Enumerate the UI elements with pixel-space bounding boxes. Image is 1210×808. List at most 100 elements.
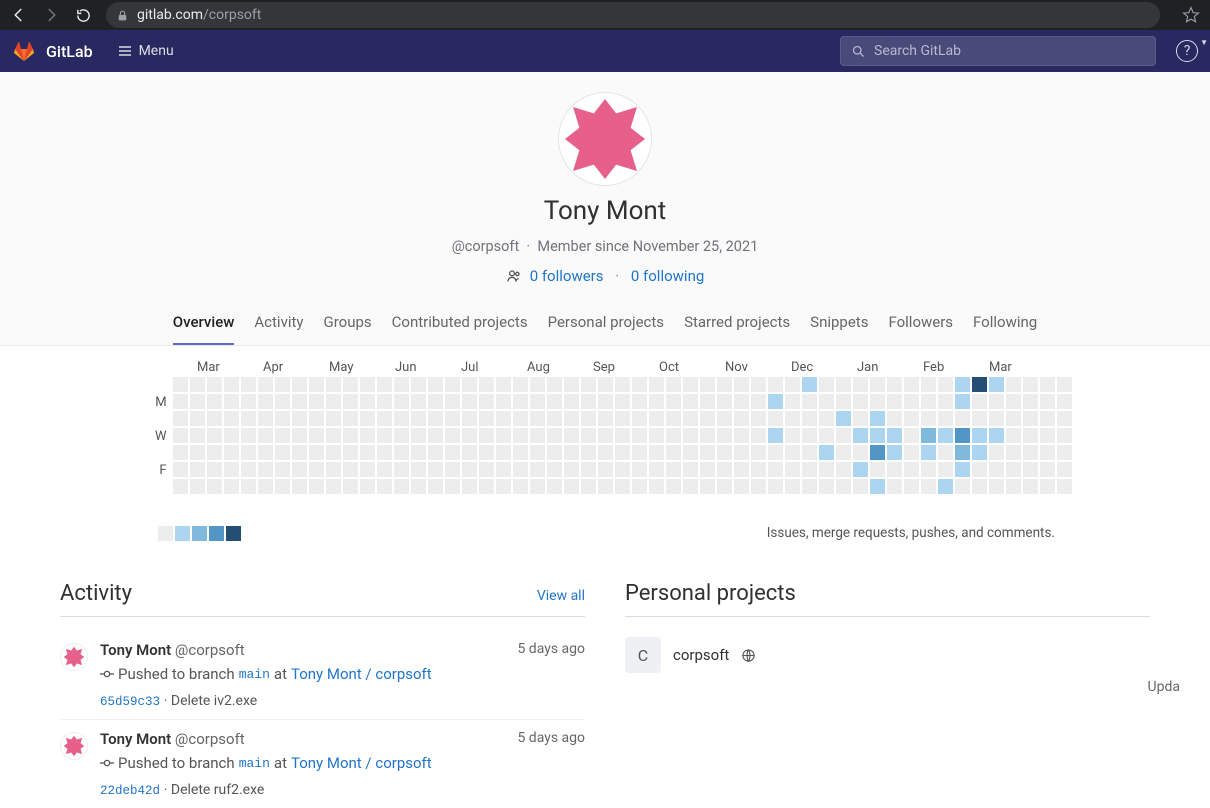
calendar-cell[interactable] xyxy=(326,428,341,443)
calendar-cell[interactable] xyxy=(938,428,953,443)
calendar-cell[interactable] xyxy=(411,394,426,409)
calendar-cell[interactable] xyxy=(649,411,664,426)
calendar-cell[interactable] xyxy=(734,377,749,392)
calendar-cell[interactable] xyxy=(292,445,307,460)
calendar-cell[interactable] xyxy=(836,394,851,409)
calendar-cell[interactable] xyxy=(479,428,494,443)
calendar-cell[interactable] xyxy=(615,394,630,409)
calendar-cell[interactable] xyxy=(853,479,868,494)
calendar-cell[interactable] xyxy=(836,445,851,460)
tab-activity[interactable]: Activity xyxy=(254,299,303,345)
calendar-cell[interactable] xyxy=(581,377,596,392)
calendar-cell[interactable] xyxy=(581,411,596,426)
calendar-cell[interactable] xyxy=(836,377,851,392)
calendar-cell[interactable] xyxy=(394,377,409,392)
calendar-cell[interactable] xyxy=(700,377,715,392)
calendar-cell[interactable] xyxy=(445,394,460,409)
calendar-cell[interactable] xyxy=(1023,411,1038,426)
help-button[interactable]: ? ▼ xyxy=(1176,40,1198,62)
calendar-cell[interactable] xyxy=(1040,394,1055,409)
calendar-cell[interactable] xyxy=(904,428,919,443)
project-link[interactable]: Tony Mont / corpsoft xyxy=(291,754,432,772)
tab-personal-projects[interactable]: Personal projects xyxy=(548,299,664,345)
followers-link[interactable]: 0 followers xyxy=(530,267,604,285)
calendar-cell[interactable] xyxy=(564,411,579,426)
calendar-cell[interactable] xyxy=(989,411,1004,426)
calendar-cell[interactable] xyxy=(989,428,1004,443)
calendar-cell[interactable] xyxy=(989,377,1004,392)
calendar-cell[interactable] xyxy=(360,428,375,443)
calendar-cell[interactable] xyxy=(241,445,256,460)
calendar-cell[interactable] xyxy=(921,377,936,392)
calendar-cell[interactable] xyxy=(938,411,953,426)
calendar-cell[interactable] xyxy=(836,428,851,443)
calendar-cell[interactable] xyxy=(309,479,324,494)
calendar-cell[interactable] xyxy=(1057,462,1072,477)
calendar-cell[interactable] xyxy=(547,479,562,494)
calendar-cell[interactable] xyxy=(700,445,715,460)
calendar-cell[interactable] xyxy=(428,428,443,443)
calendar-cell[interactable] xyxy=(496,377,511,392)
calendar-cell[interactable] xyxy=(632,479,647,494)
tab-overview[interactable]: Overview xyxy=(173,299,235,345)
calendar-cell[interactable] xyxy=(207,377,222,392)
calendar-cell[interactable] xyxy=(853,462,868,477)
calendar-cell[interactable] xyxy=(802,377,817,392)
calendar-cell[interactable] xyxy=(292,411,307,426)
avatar[interactable] xyxy=(60,643,88,671)
calendar-cell[interactable] xyxy=(734,445,749,460)
calendar-cell[interactable] xyxy=(258,428,273,443)
calendar-cell[interactable] xyxy=(853,428,868,443)
calendar-cell[interactable] xyxy=(904,479,919,494)
calendar-cell[interactable] xyxy=(683,394,698,409)
calendar-cell[interactable] xyxy=(530,462,545,477)
calendar-cell[interactable] xyxy=(581,462,596,477)
calendar-cell[interactable] xyxy=(258,445,273,460)
calendar-cell[interactable] xyxy=(938,445,953,460)
following-link[interactable]: 0 following xyxy=(631,267,704,285)
calendar-cell[interactable] xyxy=(955,428,970,443)
calendar-cell[interactable] xyxy=(785,377,800,392)
calendar-cell[interactable] xyxy=(836,411,851,426)
calendar-cell[interactable] xyxy=(1006,377,1021,392)
calendar-cell[interactable] xyxy=(1023,428,1038,443)
calendar-cell[interactable] xyxy=(734,411,749,426)
project-item[interactable]: C corpsoft xyxy=(625,631,1150,679)
calendar-cell[interactable] xyxy=(972,377,987,392)
calendar-cell[interactable] xyxy=(921,394,936,409)
calendar-cell[interactable] xyxy=(343,479,358,494)
calendar-cell[interactable] xyxy=(394,479,409,494)
calendar-cell[interactable] xyxy=(802,462,817,477)
calendar-cell[interactable] xyxy=(513,445,528,460)
calendar-cell[interactable] xyxy=(547,428,562,443)
calendar-cell[interactable] xyxy=(462,428,477,443)
calendar-cell[interactable] xyxy=(802,479,817,494)
calendar-cell[interactable] xyxy=(275,445,290,460)
calendar-cell[interactable] xyxy=(819,377,834,392)
calendar-cell[interactable] xyxy=(768,445,783,460)
calendar-cell[interactable] xyxy=(700,394,715,409)
calendar-cell[interactable] xyxy=(513,377,528,392)
calendar-cell[interactable] xyxy=(581,428,596,443)
calendar-cell[interactable] xyxy=(1040,428,1055,443)
calendar-cell[interactable] xyxy=(989,479,1004,494)
calendar-cell[interactable] xyxy=(377,428,392,443)
calendar-cell[interactable] xyxy=(309,445,324,460)
calendar-cell[interactable] xyxy=(496,479,511,494)
calendar-cell[interactable] xyxy=(1006,394,1021,409)
calendar-cell[interactable] xyxy=(326,377,341,392)
calendar-cell[interactable] xyxy=(462,394,477,409)
calendar-cell[interactable] xyxy=(207,479,222,494)
calendar-cell[interactable] xyxy=(581,394,596,409)
calendar-cell[interactable] xyxy=(207,428,222,443)
brand[interactable]: GitLab xyxy=(46,42,93,61)
calendar-cell[interactable] xyxy=(989,445,1004,460)
calendar-cell[interactable] xyxy=(717,394,732,409)
calendar-cell[interactable] xyxy=(632,462,647,477)
calendar-cell[interactable] xyxy=(1040,479,1055,494)
calendar-cell[interactable] xyxy=(819,394,834,409)
calendar-cell[interactable] xyxy=(207,394,222,409)
calendar-cell[interactable] xyxy=(173,445,188,460)
calendar-cell[interactable] xyxy=(275,462,290,477)
calendar-cell[interactable] xyxy=(1040,445,1055,460)
